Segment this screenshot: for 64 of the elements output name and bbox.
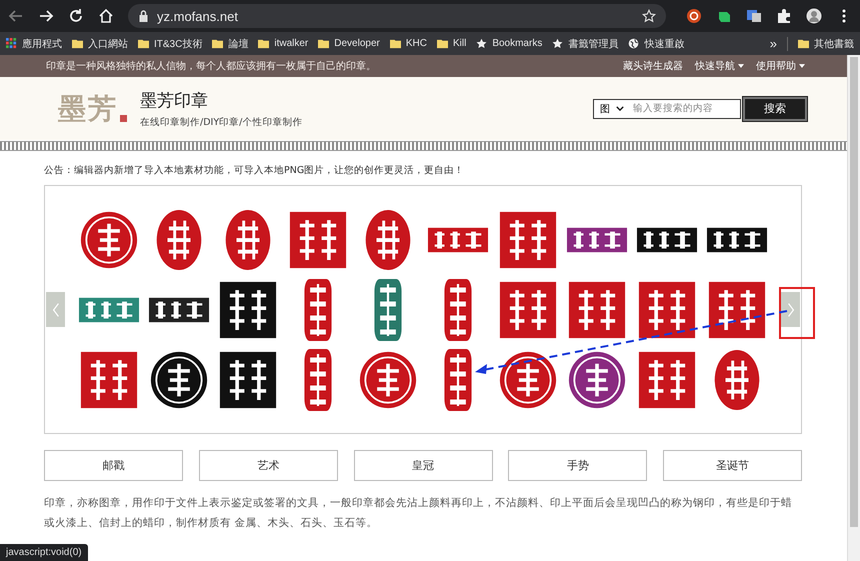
- star-icon[interactable]: [642, 9, 656, 23]
- seal-stamp-image[interactable]: [150, 350, 208, 408]
- chevron-right-icon: [786, 302, 794, 318]
- globe-icon: [628, 38, 640, 49]
- nav-link[interactable]: 使用帮助: [756, 59, 796, 73]
- caret-icon: [799, 64, 805, 68]
- seal-stamp-image[interactable]: [638, 280, 696, 338]
- seal-stamp-image[interactable]: [219, 280, 278, 338]
- reload-icon[interactable]: [68, 8, 84, 24]
- lock-icon: [138, 10, 149, 22]
- highlight-frame: [779, 287, 815, 339]
- home-icon[interactable]: [98, 8, 114, 24]
- back-icon[interactable]: [8, 8, 24, 24]
- bookmark-item[interactable]: Developer: [318, 38, 380, 49]
- folder-icon: [138, 38, 149, 49]
- nav-link[interactable]: 藏头诗生成器: [623, 59, 683, 73]
- bookmark-item[interactable]: 論壇: [212, 36, 248, 50]
- address-bar[interactable]: yz.mofans.net: [128, 4, 666, 28]
- status-bar-url: javascript:void(0): [0, 544, 88, 561]
- bookmark-item[interactable]: 應用程式: [6, 36, 62, 50]
- forward-icon[interactable]: [38, 8, 54, 24]
- extension-icon[interactable]: [686, 8, 702, 24]
- bookmark-item[interactable]: 快速重啟: [628, 36, 684, 50]
- caret-icon: [738, 64, 744, 68]
- apps-grid-icon: [6, 38, 17, 49]
- seal-stamp-image[interactable]: [568, 350, 626, 408]
- seal-stamp-image[interactable]: [708, 280, 766, 338]
- star-icon: [552, 38, 564, 49]
- nav-link[interactable]: 快速导航: [695, 59, 735, 73]
- avatar-icon[interactable]: [806, 8, 822, 24]
- translate-icon[interactable]: [746, 8, 762, 24]
- scrollbar[interactable]: [847, 55, 860, 561]
- site-title: 墨芳印章: [140, 90, 209, 112]
- bookmark-item[interactable]: Bookmarks: [476, 38, 542, 49]
- star-icon: [476, 38, 488, 49]
- site-slogan: 印章是一种风格独特的私人信物，每个人都应该拥有一枚属于自己的印章。: [46, 60, 376, 73]
- search-button[interactable]: 搜索: [743, 96, 807, 120]
- bookmark-item[interactable]: itwalker: [258, 38, 308, 49]
- puzzle-icon[interactable]: [776, 8, 792, 24]
- category-button[interactable]: 圣诞节: [663, 450, 802, 481]
- bookmark-item[interactable]: 書籤管理員: [552, 36, 618, 50]
- bookmark-item[interactable]: 入口網站: [72, 36, 128, 50]
- seal-stamp-image[interactable]: [498, 350, 557, 408]
- bookmark-item[interactable]: IT&3C技術: [138, 36, 202, 50]
- chevron-left-icon: [52, 302, 60, 318]
- notice-text: 公告：编辑器内新增了导入本地素材功能，可导入本地PNG图片，让您的创作更灵活，更自由！: [44, 164, 466, 177]
- folder-icon: [212, 38, 224, 49]
- seal-stamp-image[interactable]: [219, 350, 278, 408]
- other-bookmarks-folder[interactable]: 其他書籤: [787, 36, 854, 50]
- folder-icon: [390, 38, 401, 49]
- category-button[interactable]: 手势: [508, 450, 648, 481]
- site-tagline: 在线印章制作/DIY印章/个性印章制作: [140, 116, 302, 128]
- more-bookmarks-button[interactable]: »: [770, 36, 777, 51]
- category-button[interactable]: 皇冠: [354, 450, 492, 481]
- folder-icon: [798, 38, 809, 49]
- category-button[interactable]: 艺术: [198, 450, 338, 481]
- description-paragraph: 印章，亦称图章，用作印于文件上表示鉴定或签署的文具，一般印章都会先沾上颜料再印上，不沾颜料、印上平面后会呈现凹凸的称为钢印，有些是印于蜡或火漆上、信封上的蜡印，制作材质有 金属、木头、石头、玉石等。: [44, 496, 793, 531]
- category-button[interactable]: 邮戳: [44, 450, 183, 481]
- bookmark-item[interactable]: KHC: [390, 38, 427, 49]
- bookmark-item[interactable]: Kill: [436, 38, 466, 49]
- folder-icon: [318, 38, 330, 49]
- folder-icon: [258, 38, 270, 49]
- folder-icon: [72, 38, 83, 49]
- folder-icon: [436, 38, 448, 49]
